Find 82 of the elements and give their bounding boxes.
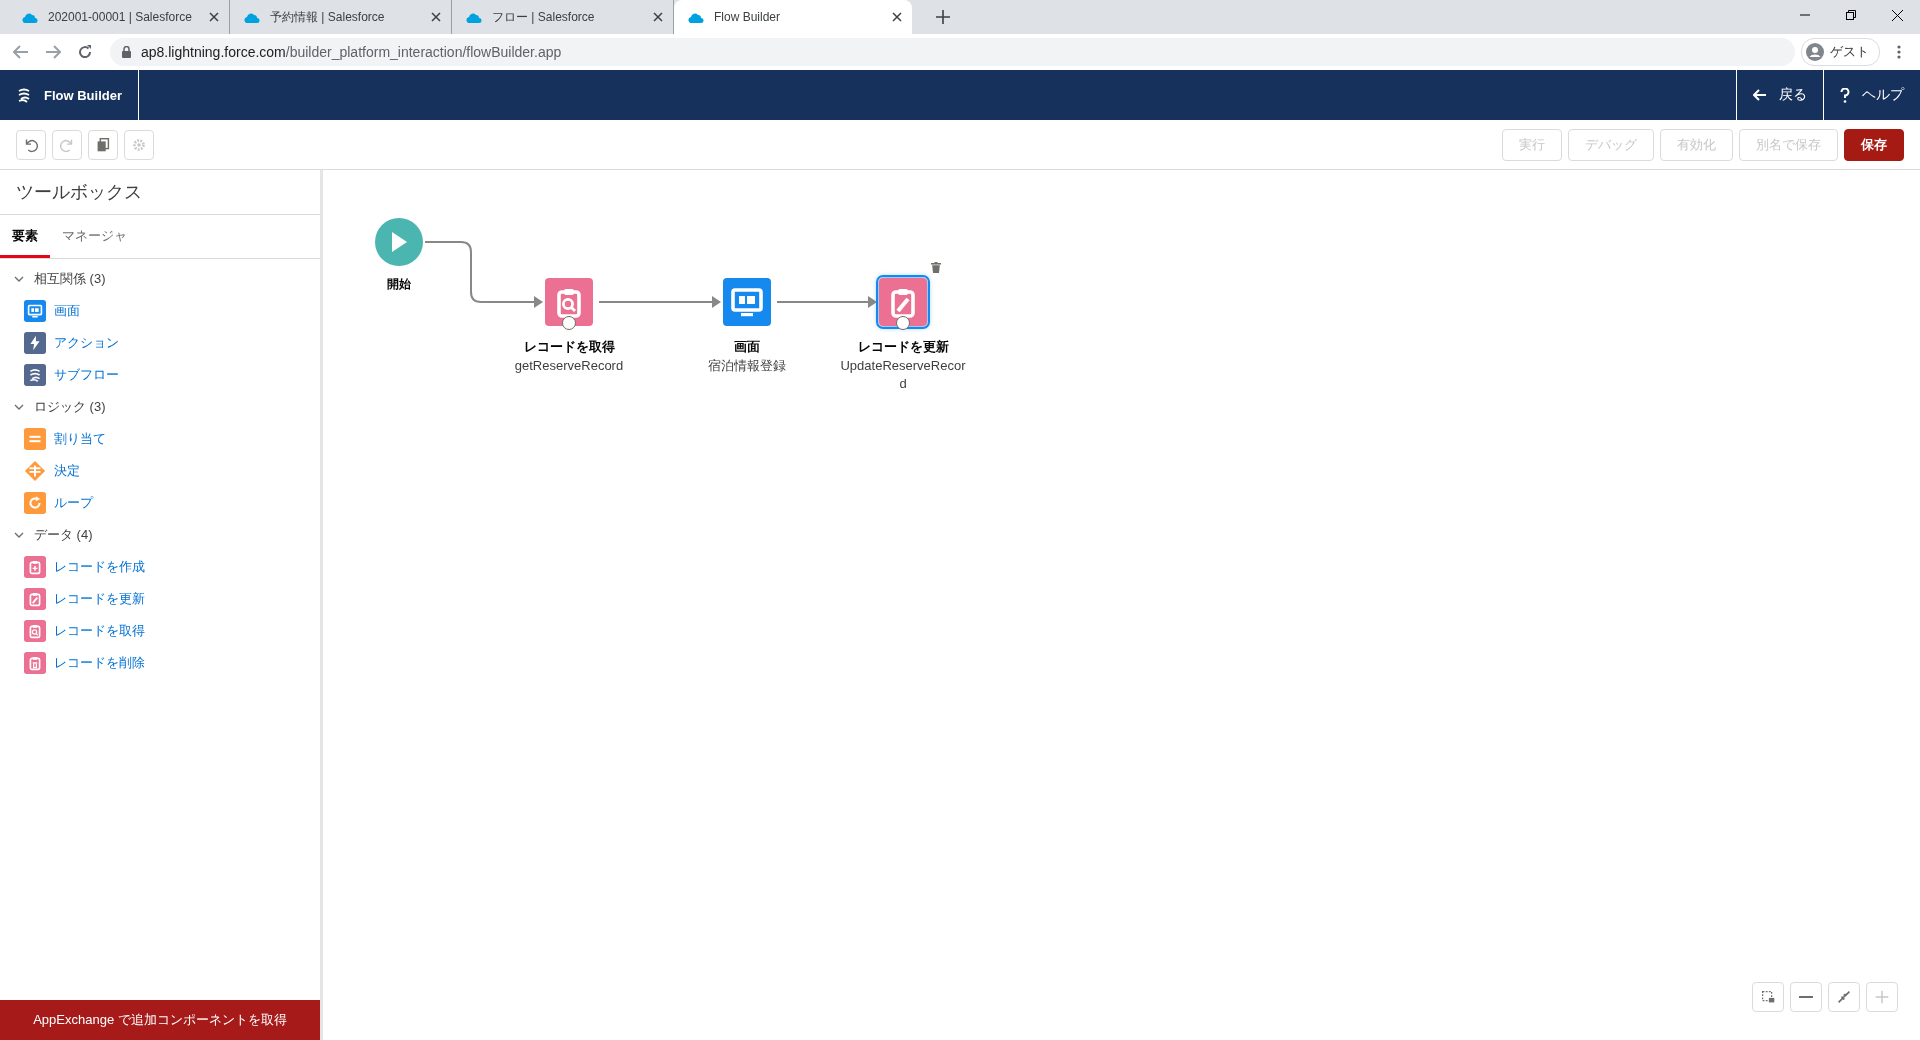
subflow-icon bbox=[24, 364, 46, 386]
element-link[interactable]: レコードを更新 bbox=[54, 590, 145, 608]
zoom-in-icon bbox=[1873, 988, 1891, 1006]
element-link[interactable]: ループ bbox=[54, 494, 93, 512]
marquee-button[interactable] bbox=[1752, 982, 1784, 1012]
section-header[interactable]: 相互関係 (3) bbox=[0, 263, 120, 295]
start-node[interactable] bbox=[375, 218, 423, 266]
decision-icon bbox=[24, 460, 46, 482]
record-lookup-icon bbox=[24, 620, 46, 642]
close-icon[interactable] bbox=[653, 12, 663, 22]
app-title: Flow Builder bbox=[44, 87, 122, 103]
record-delete-icon bbox=[24, 652, 46, 674]
appexchange-button[interactable]: AppExchange で追加コンポーネントを取得 bbox=[0, 1000, 320, 1040]
close-icon[interactable] bbox=[431, 12, 441, 22]
restore-icon[interactable] bbox=[1846, 10, 1856, 20]
lock-icon bbox=[122, 46, 131, 58]
element-link[interactable]: アクション bbox=[54, 334, 119, 352]
node-title: レコードを更新 bbox=[856, 338, 950, 356]
chevron-icon bbox=[14, 274, 24, 284]
section-header[interactable]: ロジック (3) bbox=[0, 391, 120, 423]
cloud-icon bbox=[688, 11, 704, 23]
tab-title: 予約情報 | Salesforce bbox=[270, 8, 386, 26]
back-arrow-icon[interactable] bbox=[13, 45, 29, 59]
profile-button[interactable]: ゲスト bbox=[1801, 38, 1880, 66]
record-update-icon bbox=[24, 588, 46, 610]
flow-node[interactable] bbox=[879, 278, 927, 326]
node-title: レコードを取得 bbox=[522, 338, 616, 356]
cloud-icon bbox=[244, 11, 260, 23]
action-icon bbox=[24, 332, 46, 354]
element-link[interactable]: レコードを削除 bbox=[54, 654, 145, 672]
toolbar-button[interactable]: 保存 bbox=[1844, 128, 1904, 161]
node-api-name: getReserveRecord bbox=[513, 357, 625, 375]
cloud-icon bbox=[466, 11, 482, 23]
close-icon[interactable] bbox=[209, 12, 219, 22]
browser-tab[interactable]: Flow Builder bbox=[674, 0, 912, 34]
close-icon[interactable] bbox=[1891, 9, 1903, 21]
play-icon bbox=[390, 231, 408, 253]
reload-icon[interactable] bbox=[78, 45, 92, 59]
user-icon bbox=[1806, 43, 1824, 61]
forward-arrow-icon[interactable] bbox=[45, 45, 61, 59]
node-label: 開始 bbox=[386, 276, 412, 293]
help-icon bbox=[1840, 87, 1850, 103]
record-create-icon bbox=[24, 556, 46, 578]
panel-title: ツールボックス bbox=[0, 170, 320, 215]
element-link[interactable]: 割り当て bbox=[54, 430, 106, 448]
copy-button[interactable] bbox=[88, 129, 118, 160]
element-link[interactable]: 決定 bbox=[54, 462, 80, 480]
help-button[interactable]: ヘルプ bbox=[1823, 70, 1920, 120]
profile-name: ゲスト bbox=[1830, 43, 1869, 61]
element-link[interactable]: 画面 bbox=[54, 302, 80, 320]
section-header[interactable]: データ (4) bbox=[0, 519, 107, 551]
node-api-name: 宿泊情報登録 bbox=[707, 357, 787, 375]
fit-button[interactable] bbox=[1828, 982, 1860, 1012]
element-link[interactable]: レコードを取得 bbox=[54, 622, 145, 640]
flow-node[interactable] bbox=[723, 278, 771, 326]
panel-tab[interactable]: マネージャ bbox=[50, 219, 139, 258]
address-field[interactable]: ap8.lightning.force.com/builder_platform_interaction/flowBuilder.app bbox=[110, 38, 1795, 66]
tab-title: フロー | Salesforce bbox=[492, 8, 596, 26]
zoom-out-button[interactable] bbox=[1790, 982, 1822, 1012]
cloud-icon bbox=[22, 11, 38, 23]
tab-title: Flow Builder bbox=[714, 10, 782, 24]
loop-icon bbox=[24, 492, 46, 514]
element-link[interactable]: レコードを作成 bbox=[54, 558, 145, 576]
back-button[interactable]: 戻る bbox=[1736, 70, 1823, 120]
flow-icon bbox=[16, 87, 32, 103]
fit-icon bbox=[1835, 988, 1853, 1006]
connector-anchor[interactable] bbox=[562, 316, 576, 330]
flow-node[interactable] bbox=[545, 278, 593, 326]
node-api-name: UpdateReserveRecord bbox=[839, 357, 967, 393]
node-title: 画面 bbox=[733, 338, 761, 356]
assignment-icon bbox=[24, 428, 46, 450]
back-arrow-icon bbox=[1753, 89, 1767, 101]
panel-tab[interactable]: 要素 bbox=[0, 219, 50, 258]
chevron-icon bbox=[14, 402, 24, 412]
menu-icon[interactable] bbox=[1897, 45, 1901, 59]
undo-button[interactable] bbox=[16, 129, 46, 160]
tab-title: 202001-00001 | Salesforce bbox=[48, 10, 193, 24]
chevron-icon bbox=[14, 530, 24, 540]
close-icon[interactable] bbox=[892, 12, 902, 22]
screen-icon bbox=[24, 300, 46, 322]
trash-icon[interactable] bbox=[931, 262, 941, 273]
element-link[interactable]: サブフロー bbox=[54, 366, 119, 384]
